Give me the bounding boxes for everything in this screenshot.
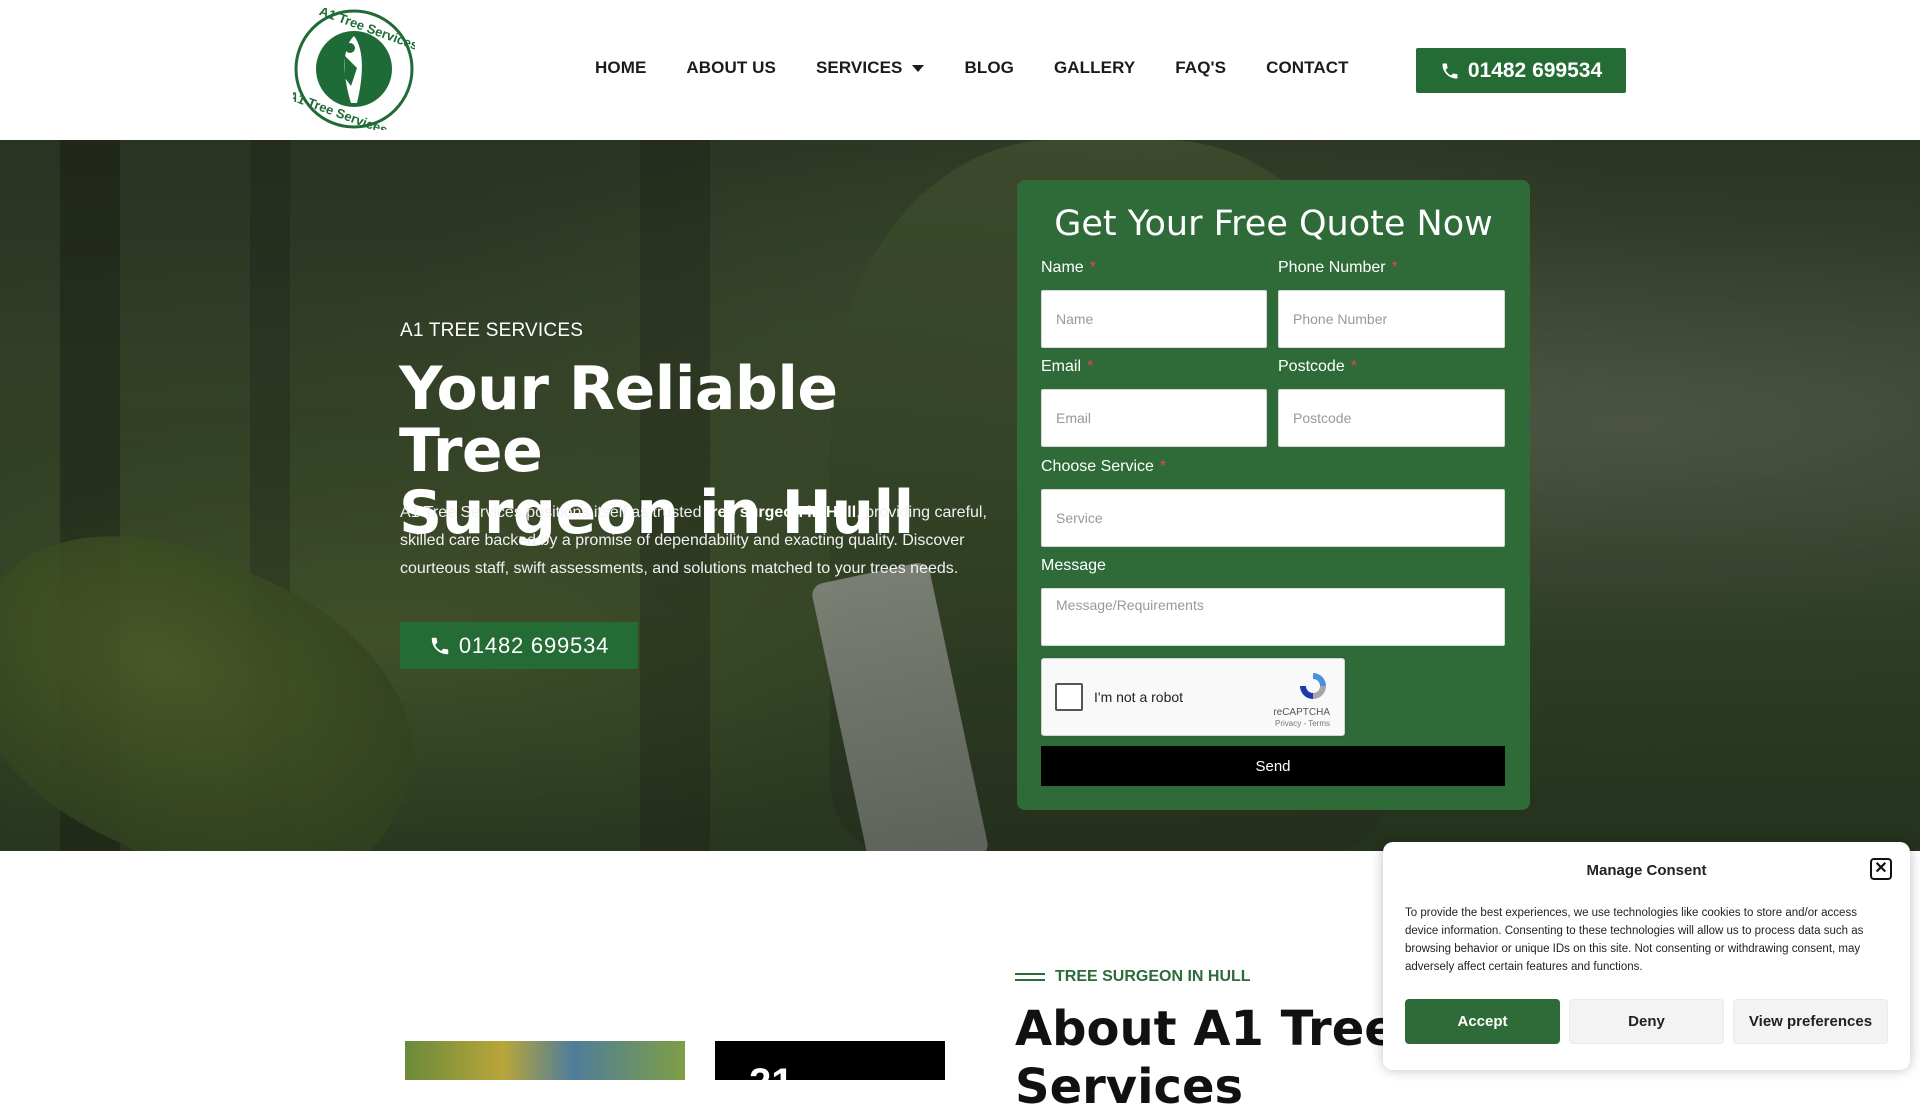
nav-item-label: FAQ'S [1175,58,1227,77]
quote-form: Get Your Free Quote Now Name * Name Phone… [1017,180,1530,810]
nav-item-label: GALLERY [1053,58,1136,77]
consent-dialog: Manage Consent ✕ To provide the best exp… [1383,842,1910,1070]
consent-title: Manage Consent [1586,862,1707,879]
about-title-line: About A1 Tree [1015,1001,1397,1057]
message-textarea[interactable]: Message/Requirements [1041,588,1505,646]
consent-text: To provide the best experiences, we use … [1405,907,1864,973]
phone-field[interactable]: Phone Number [1278,290,1505,348]
close-icon[interactable]: ✕ [1870,858,1892,880]
recaptcha-terms[interactable]: Privacy - Terms [1275,719,1330,728]
email-field[interactable]: Email [1041,389,1267,447]
nav-item-label: SERVICES [815,58,903,77]
nav-item-label: CONTACT [1266,58,1349,77]
email-label: Email * [1041,358,1093,376]
label-text: Phone Number [1278,259,1386,276]
nav-item-blog[interactable]: BLOG [964,58,1014,78]
experience-box: 21 [715,1041,945,1080]
site-header: A1 Tree Services A1 Tree Services HOME A… [0,0,1920,140]
hero-kicker: A1 TREE SERVICES [400,320,584,341]
hero-desc-text: A1 Tree Services positions itself as tru… [400,504,706,521]
postcode-field[interactable]: Postcode [1278,389,1505,447]
required-mark: * [1391,259,1398,276]
required-mark: * [1087,358,1094,375]
nav-item-gallery[interactable]: GALLERY [1054,58,1135,78]
kicker-line-icon [1015,973,1045,981]
hero-description: A1 Tree Services positions itself as tru… [400,499,990,583]
chevron-down-icon [912,64,925,72]
required-mark: * [1350,358,1357,375]
nav-item-home[interactable]: HOME [595,58,646,78]
label-text: Postcode [1278,358,1345,375]
about-title: About A1 Tree Services [1015,1000,1397,1116]
service-select[interactable]: Service [1041,489,1505,547]
recaptcha-label: I'm not a robot [1094,689,1184,705]
about-image [405,1041,685,1080]
recaptcha-widget: I'm not a robot reCAPTCHA Privacy - Term… [1041,658,1345,736]
hero-phone-label: 01482 699534 [458,632,610,658]
hero-overlay [0,140,1920,851]
view-preferences-button[interactable]: View preferences [1733,999,1888,1044]
required-mark: * [1159,458,1167,475]
name-label: Name * [1041,259,1096,277]
send-button[interactable]: Send [1041,746,1505,786]
label-text: Choose Service [1041,458,1154,475]
phone-icon [431,637,449,654]
nav-item-about-us[interactable]: ABOUT US [686,58,776,78]
hero-phone-button[interactable]: 01482 699534 [400,622,638,669]
header-phone-button[interactable]: 01482 699534 [1416,48,1626,93]
service-label: Choose Service * [1041,458,1166,476]
hero-desc-bold: tree surgeon in Hull [705,504,857,521]
form-title: Get Your Free Quote Now [1054,204,1493,244]
nav-item-services[interactable]: SERVICES [815,58,925,78]
company-logo[interactable]: A1 Tree Services A1 Tree Services [293,8,415,130]
about-title-line: Services [1015,1059,1244,1115]
hero-section [0,140,1920,851]
message-label: Message [1041,557,1106,574]
recaptcha-brand: reCAPTCHA [1273,707,1330,718]
recaptcha-icon [1300,673,1326,699]
nav-item-label: BLOG [964,58,1014,77]
label-text: Name [1041,259,1084,276]
required-mark: * [1089,259,1096,276]
deny-button[interactable]: Deny [1569,999,1724,1044]
nav-item-faqs[interactable]: FAQ'S [1175,58,1226,78]
phone-icon [1442,63,1458,78]
label-text: Email [1041,358,1082,375]
about-kicker-text: TREE SURGEON IN HULL [1055,968,1251,985]
nav-item-contact[interactable]: CONTACT [1266,58,1349,78]
nav-item-label: ABOUT US [686,58,776,77]
accept-button[interactable]: Accept [1405,999,1560,1044]
header-phone-label: 01482 699534 [1467,58,1603,82]
recaptcha-checkbox[interactable] [1055,683,1083,711]
phone-label: Phone Number * [1278,259,1398,277]
nav-item-label: HOME [595,58,647,77]
main-nav: HOME ABOUT US SERVICES BLOG GALLERY FAQ'… [595,58,1389,78]
postcode-label: Postcode * [1278,358,1357,376]
name-field[interactable]: Name [1041,290,1267,348]
hero-title-line: Your Reliable Tree [399,354,838,486]
about-kicker: TREE SURGEON IN HULL [1015,968,1251,986]
